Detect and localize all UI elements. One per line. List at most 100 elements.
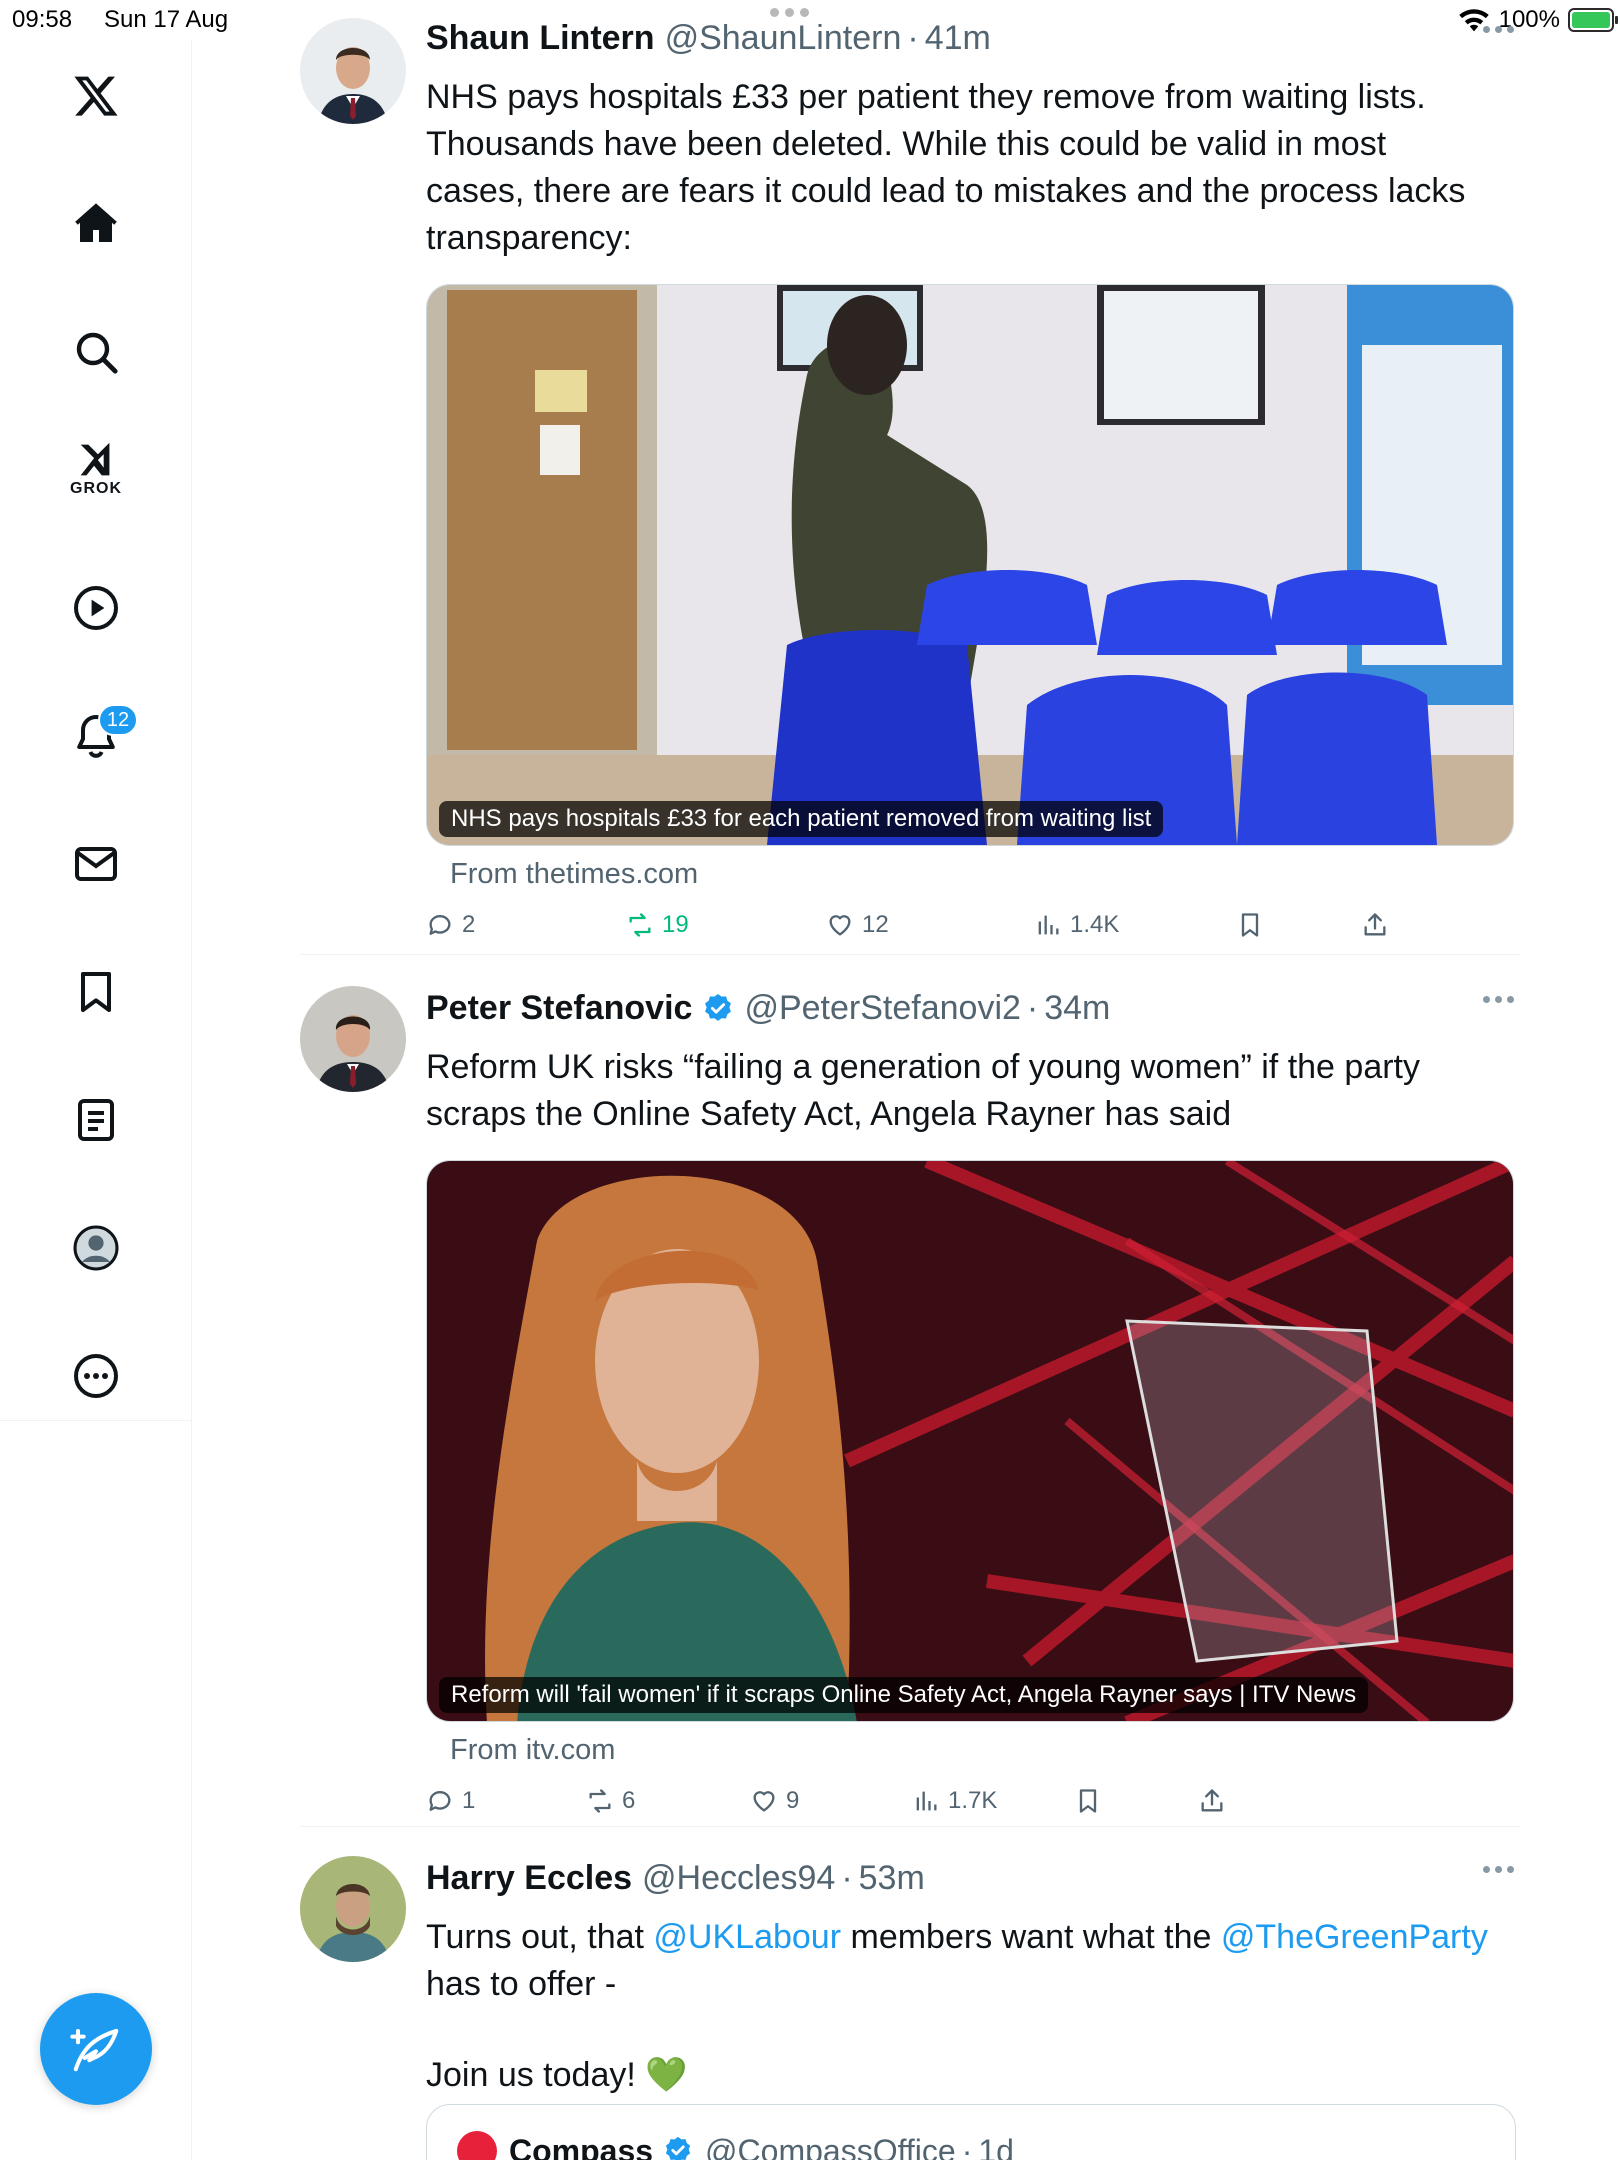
reply-button[interactable]: 2 xyxy=(426,905,475,945)
tweet-time[interactable]: 41m xyxy=(925,19,991,58)
bookmark-icon[interactable] xyxy=(60,956,132,1028)
bookmark-button[interactable] xyxy=(1074,1781,1102,1821)
quote-author-name[interactable]: Compass xyxy=(509,2133,653,2160)
share-icon xyxy=(1364,913,1386,936)
tweet-separator xyxy=(300,1826,1520,1827)
bookmark-button[interactable] xyxy=(1236,905,1264,945)
author-handle[interactable]: @PeterStefanovi2 xyxy=(744,989,1020,1028)
timeline: Shaun Lintern @ShaunLintern · 41m NHS pa… xyxy=(300,0,1520,2160)
compass-logo xyxy=(457,2131,497,2160)
bookmark-icon xyxy=(1079,1789,1097,1813)
separator-dot: · xyxy=(841,1858,853,1897)
x-logo-icon[interactable] xyxy=(60,60,132,132)
mail-icon[interactable] xyxy=(60,828,132,900)
notification-badge: 12 xyxy=(98,704,138,736)
reply-button[interactable]: 1 xyxy=(426,1781,475,1821)
lists-icon[interactable] xyxy=(60,1084,132,1156)
card-source[interactable]: From itv.com xyxy=(450,1734,1516,1767)
tweet-time[interactable]: 34m xyxy=(1044,989,1110,1028)
author-handle[interactable]: @Heccles94 xyxy=(642,1859,835,1898)
grok-label: GROK xyxy=(70,480,122,497)
separator-dot: · xyxy=(1026,988,1039,1027)
bell-icon[interactable]: 12 xyxy=(60,700,138,772)
card-caption: NHS pays hospitals £33 for each patient … xyxy=(439,801,1164,837)
quote-header: Compass @CompassOffice · 1d xyxy=(457,2131,1014,2160)
profile-icon[interactable] xyxy=(60,1212,132,1284)
tweet-text-line2: Join us today! 💚 xyxy=(426,2056,688,2094)
grok-icon[interactable]: GROK xyxy=(60,432,132,504)
avatar[interactable] xyxy=(300,18,406,124)
author-name[interactable]: Shaun Lintern xyxy=(426,19,655,58)
retweet-count: 19 xyxy=(662,911,689,938)
like-button[interactable]: 9 xyxy=(750,1781,799,1821)
card-source[interactable]: From thetimes.com xyxy=(450,858,1516,891)
tweet-more-icon[interactable] xyxy=(1483,26,1514,33)
share-button[interactable] xyxy=(1198,1781,1226,1821)
home-icon[interactable] xyxy=(60,188,132,260)
share-button[interactable] xyxy=(1361,905,1389,945)
separator-dot: · xyxy=(961,2132,973,2160)
retweet-button[interactable]: 6 xyxy=(586,1781,635,1821)
retweet-button[interactable]: 19 xyxy=(626,905,689,945)
tweet-separator xyxy=(300,954,1520,955)
like-count: 12 xyxy=(862,911,889,938)
tweet-body: Peter Stefanovic @PeterStefanovi2 · 34m … xyxy=(426,984,1516,1831)
author-name[interactable]: Peter Stefanovic xyxy=(426,989,692,1028)
author-name[interactable]: Harry Eccles xyxy=(426,1859,632,1898)
tweet-body: Shaun Lintern @ShaunLintern · 41m NHS pa… xyxy=(426,14,1516,955)
tweet-time[interactable]: 53m xyxy=(859,1859,925,1898)
avatar[interactable] xyxy=(300,986,406,1092)
video-icon[interactable] xyxy=(60,572,132,644)
card-image xyxy=(427,1161,1513,1721)
sidebar-divider xyxy=(0,1420,192,1421)
view-count: 1.7K xyxy=(948,1787,998,1814)
tweet-text-part: has to offer - xyxy=(426,1965,617,2003)
quoted-tweet[interactable]: Compass @CompassOffice · 1d xyxy=(426,2104,1516,2160)
link-card[interactable]: Reform will 'fail women' if it scraps On… xyxy=(426,1160,1514,1722)
sidebar: GROK 12 xyxy=(0,40,192,2160)
tweet-body: Harry Eccles @Heccles94 · 53m Turns out,… xyxy=(426,1854,1516,2099)
verified-badge-icon xyxy=(663,2135,695,2160)
card-caption: Reform will 'fail women' if it scraps On… xyxy=(439,1677,1369,1713)
bookmark-icon xyxy=(1241,913,1259,937)
retweet-icon xyxy=(629,913,651,937)
tweet-more-icon[interactable] xyxy=(1483,1866,1514,1873)
tweet-text-part: Turns out, that xyxy=(426,1918,654,1956)
compose-icon xyxy=(70,2028,119,2072)
views-button[interactable]: 1.4K xyxy=(1034,905,1119,945)
share-icon xyxy=(1201,1789,1223,1812)
card-image xyxy=(427,285,1513,845)
tweet-actions: 2 19 12 1.4K xyxy=(426,905,1516,955)
reply-count: 2 xyxy=(462,911,476,938)
quote-author-handle[interactable]: @CompassOffice xyxy=(705,2133,956,2160)
author-handle[interactable]: @ShaunLintern xyxy=(665,19,902,58)
battery-icon xyxy=(1568,8,1618,32)
reply-icon xyxy=(429,915,451,935)
like-count: 9 xyxy=(786,1787,800,1814)
retweet-count: 6 xyxy=(622,1787,636,1814)
tweet-header: Peter Stefanovic @PeterStefanovi2 · 34m xyxy=(426,984,1516,1032)
search-icon[interactable] xyxy=(60,316,132,388)
like-button[interactable]: 12 xyxy=(826,905,889,945)
mention-link[interactable]: @UKLabour xyxy=(653,1918,841,1956)
status-time: 09:58 xyxy=(12,6,73,33)
reply-icon xyxy=(429,1791,451,1811)
quote-time[interactable]: 1d xyxy=(978,2133,1014,2160)
tweet-actions: 1 6 9 1.7K xyxy=(426,1781,1516,1831)
mention-link[interactable]: @TheGreenParty xyxy=(1221,1918,1488,1956)
tweet-header: Harry Eccles @Heccles94 · 53m xyxy=(426,1854,1516,1902)
status-date: Sun 17 Aug xyxy=(104,6,229,33)
tweet-text: Turns out, that @UKLabour members want w… xyxy=(426,1914,1496,2008)
reply-count: 1 xyxy=(462,1787,476,1814)
views-icon xyxy=(1038,915,1059,935)
view-count: 1.4K xyxy=(1070,911,1120,938)
compose-button[interactable] xyxy=(40,1993,152,2105)
link-card[interactable]: NHS pays hospitals £33 for each patient … xyxy=(426,284,1514,846)
verified-badge-icon xyxy=(702,992,734,1024)
tweet-more-icon[interactable] xyxy=(1483,996,1514,1003)
views-button[interactable]: 1.7K xyxy=(912,1781,997,1821)
heart-icon xyxy=(753,1791,775,1812)
more-icon[interactable] xyxy=(60,1340,132,1412)
tweet-text: Reform UK risks “failing a generation of… xyxy=(426,1048,1421,1133)
avatar[interactable] xyxy=(300,1856,406,1962)
